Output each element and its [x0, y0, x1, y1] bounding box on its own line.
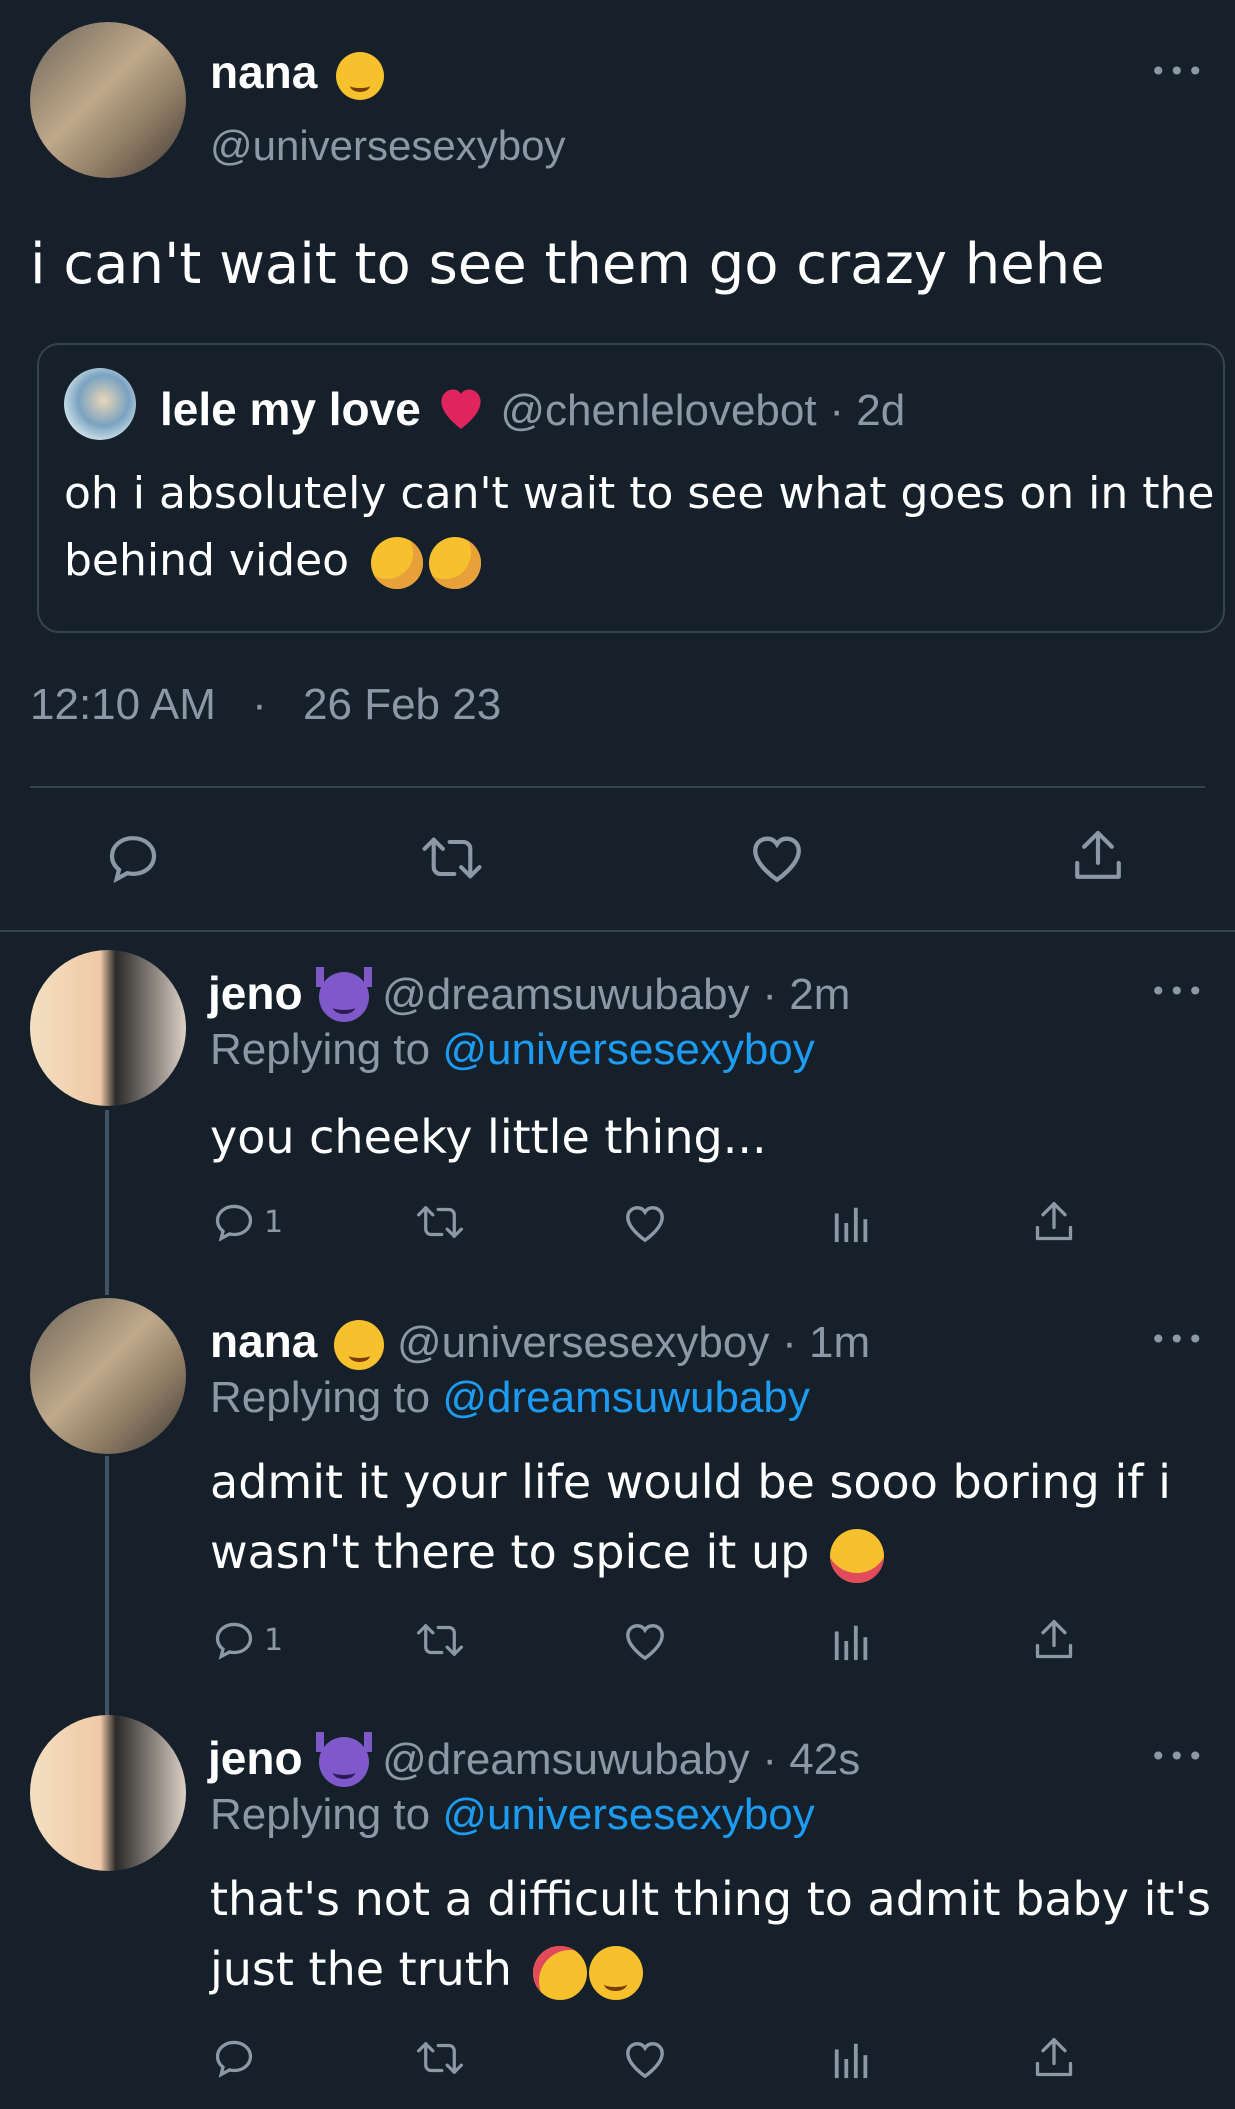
tweet-date: 26 Feb 23	[303, 680, 502, 729]
avatar-jeno[interactable]	[30, 1715, 186, 1871]
reply-header: nana @universesexyboy · 1m	[210, 1314, 870, 1370]
reply-time[interactable]: · 2m	[762, 970, 850, 1019]
tweet-timestamp[interactable]: 12:10 AM · 26 Feb 23	[30, 680, 501, 730]
avatar-jeno[interactable]	[30, 950, 186, 1106]
more-options-icon[interactable]: •••	[1150, 975, 1206, 1008]
face-with-hand-over-mouth-icon	[371, 537, 424, 589]
share-icon[interactable]	[1032, 2034, 1076, 2082]
avatar-nana[interactable]	[30, 22, 186, 178]
quote-author-name: lele my love	[160, 383, 421, 435]
reply-author-handle[interactable]: @universesexyboy	[397, 1318, 769, 1367]
quote-author-handle: @chenlelovebot	[500, 386, 817, 435]
quote-text-line2: behind video	[64, 535, 482, 589]
smiling-face-with-hearts-icon	[588, 1945, 643, 2000]
thread-line	[105, 1456, 109, 1716]
replying-to: Replying to @universesexyboy	[210, 1025, 815, 1074]
reply-icon[interactable]	[105, 830, 161, 886]
timestamp-separator: ·	[252, 680, 267, 729]
reply-header: jeno @dreamsuwubaby · 42s	[208, 1731, 860, 1787]
reply-text-line1: that's not a difficult thing to admit ba…	[210, 1872, 1211, 1926]
share-icon[interactable]	[1032, 1198, 1076, 1246]
thread-line	[105, 1110, 109, 1295]
reply-text-line1: you cheeky little thing...	[210, 1110, 767, 1164]
face-savoring-food-icon	[829, 1528, 884, 1583]
retweet-icon[interactable]	[415, 2036, 465, 2080]
reply-author-name[interactable]: jeno	[208, 967, 303, 1019]
tweet-time: 12:10 AM	[30, 680, 216, 729]
replying-to: Replying to @dreamsuwubaby	[210, 1373, 810, 1422]
reply-count: 1	[264, 1204, 284, 1240]
analytics-icon[interactable]	[832, 1620, 872, 1662]
author-name[interactable]: nana	[210, 45, 385, 100]
reply-count: 1	[264, 1622, 284, 1658]
reply-icon[interactable]	[212, 2036, 256, 2080]
retweet-icon[interactable]	[415, 1200, 465, 1244]
replying-to-handle[interactable]: @universesexyboy	[442, 1790, 814, 1839]
more-options-icon[interactable]: •••	[1150, 1740, 1206, 1773]
share-icon[interactable]	[1070, 826, 1126, 886]
divider	[0, 930, 1235, 932]
reply-time[interactable]: · 42s	[762, 1735, 860, 1784]
quote-author: lele my love @chenlelovebot · 2d	[160, 382, 905, 442]
reply-icon	[212, 1200, 256, 1244]
replying-to-handle[interactable]: @universesexyboy	[442, 1025, 814, 1074]
analytics-icon[interactable]	[832, 2038, 872, 2080]
reply-author-handle[interactable]: @dreamsuwubaby	[382, 970, 750, 1019]
tweet-text: i can't wait to see them go crazy hehe	[30, 232, 1105, 297]
author-handle[interactable]: @universesexyboy	[210, 122, 565, 170]
analytics-icon[interactable]	[832, 1202, 872, 1244]
reply-text-line2: just the truth	[210, 1942, 643, 2000]
like-icon[interactable]	[622, 2038, 668, 2080]
quote-text-line1: oh i absolutely can't wait to see what g…	[64, 468, 1215, 519]
avatar-quote	[64, 368, 136, 440]
reply-icon	[212, 1618, 256, 1662]
smiling-face-with-hearts-icon	[336, 51, 385, 100]
replying-to: Replying to @universesexyboy	[210, 1790, 815, 1839]
reply-author-handle[interactable]: @dreamsuwubaby	[382, 1735, 750, 1784]
reply-action[interactable]: 1	[212, 1618, 283, 1662]
like-icon[interactable]	[748, 830, 806, 886]
red-heart-icon	[434, 383, 488, 442]
quote-time: · 2d	[829, 386, 906, 435]
avatar-nana[interactable]	[30, 1298, 186, 1454]
smiling-face-with-horns-icon	[316, 966, 373, 1022]
reply-action[interactable]: 1	[212, 1200, 283, 1244]
more-options-icon[interactable]: •••	[1150, 1323, 1206, 1356]
replying-to-handle[interactable]: @dreamsuwubaby	[442, 1373, 810, 1422]
face-blowing-kiss-icon	[532, 1945, 587, 2000]
face-with-hand-over-mouth-icon	[429, 537, 482, 589]
like-icon[interactable]	[622, 1202, 668, 1244]
retweet-icon[interactable]	[420, 830, 484, 886]
reply-author-name[interactable]: jeno	[208, 1732, 303, 1784]
like-icon[interactable]	[622, 1620, 668, 1662]
reply-text-line1: admit it your life would be sooo boring …	[210, 1455, 1171, 1509]
reply-text-line2: wasn't there to spice it up	[210, 1525, 884, 1583]
more-options-icon[interactable]: •••	[1150, 55, 1206, 88]
smiling-face-with-horns-icon	[316, 1731, 373, 1787]
reply-header: jeno @dreamsuwubaby · 2m	[208, 966, 850, 1022]
reply-time[interactable]: · 1m	[782, 1318, 870, 1367]
reply-author-name[interactable]: nana	[210, 1315, 317, 1367]
divider	[30, 786, 1205, 788]
retweet-icon[interactable]	[415, 1618, 465, 1662]
share-icon[interactable]	[1032, 1616, 1076, 1664]
smiling-face-with-hearts-icon	[334, 1319, 385, 1370]
